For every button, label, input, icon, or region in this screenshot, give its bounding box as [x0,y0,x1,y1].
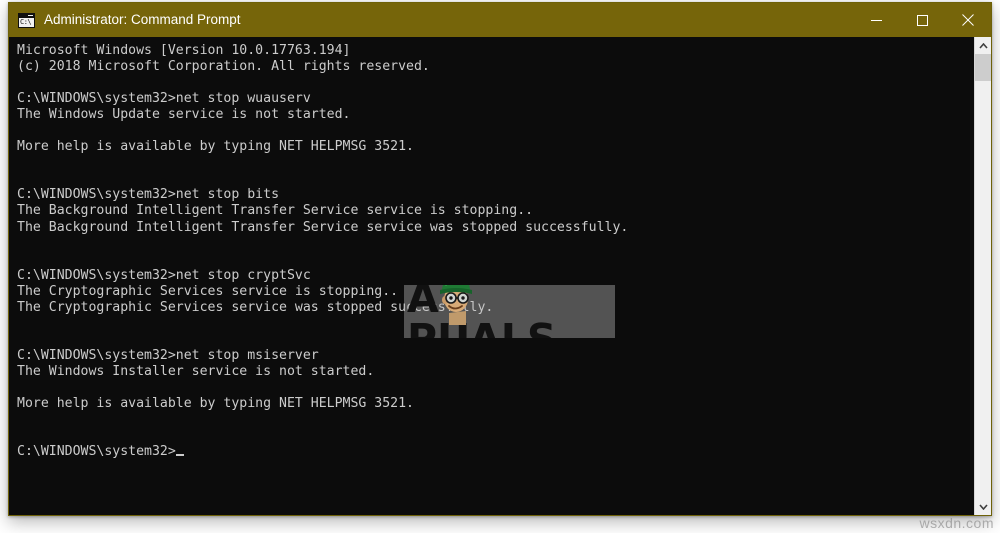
console-area[interactable]: Microsoft Windows [Version 10.0.17763.19… [9,37,991,515]
chevron-up-icon [978,42,988,49]
minimize-icon [870,19,882,21]
console-line: C:\WINDOWS\system32>net stop msiserver [17,347,319,363]
window-titlebar[interactable]: C:\ Administrator: Command Prompt [9,3,991,37]
window-controls [853,3,991,37]
console-line: The Windows Installer service is not sta… [17,363,375,379]
console-line: C:\WINDOWS\system32>net stop wuauserv [17,91,311,107]
console-prompt-line: C:\WINDOWS\system32> [17,444,974,460]
command-prompt-window: C:\ Administrator: Command Prompt Micros… [8,2,992,516]
console-line: C:\WINDOWS\system32>net stop bits [17,187,280,203]
cmd-icon-prompt-text: C:\ [20,17,32,26]
scroll-down-button[interactable] [975,498,991,515]
console-line: Microsoft Windows [Version 10.0.17763.19… [17,43,351,58]
console-line: More help is available by typing NET HEL… [17,396,414,412]
chevron-down-icon [978,503,988,510]
site-watermark: wsxdn.com [919,515,994,531]
console-line: C:\WINDOWS\system32>net stop cryptSvc [17,267,311,283]
titlebar-left-group: C:\ Administrator: Command Prompt [9,3,853,37]
close-icon [962,14,974,26]
console-line: The Cryptographic Services service was s… [17,299,494,315]
maximize-icon [916,14,928,26]
console-line: More help is available by typing NET HEL… [17,139,414,155]
scroll-up-button[interactable] [975,37,991,54]
console-line: The Cryptographic Services service is st… [17,283,399,299]
cmd-console-icon: C:\ [18,12,35,28]
desktop-background: C:\ Administrator: Command Prompt Micros… [0,0,1000,533]
console-line: (c) 2018 Microsoft Corporation. All righ… [17,59,430,75]
console-line: The Windows Update service is not starte… [17,107,351,123]
vertical-scrollbar[interactable] [974,37,991,515]
console-line: The Background Intelligent Transfer Serv… [17,219,629,235]
console-output[interactable]: Microsoft Windows [Version 10.0.17763.19… [9,37,974,515]
scrollbar-track[interactable] [975,54,991,498]
scrollbar-thumb[interactable] [975,54,991,81]
window-title: Administrator: Command Prompt [44,12,241,27]
close-button[interactable] [945,3,991,37]
minimize-button[interactable] [853,3,899,37]
maximize-button[interactable] [899,3,945,37]
console-cursor [175,454,184,457]
console-line: The Background Intelligent Transfer Serv… [17,203,534,219]
